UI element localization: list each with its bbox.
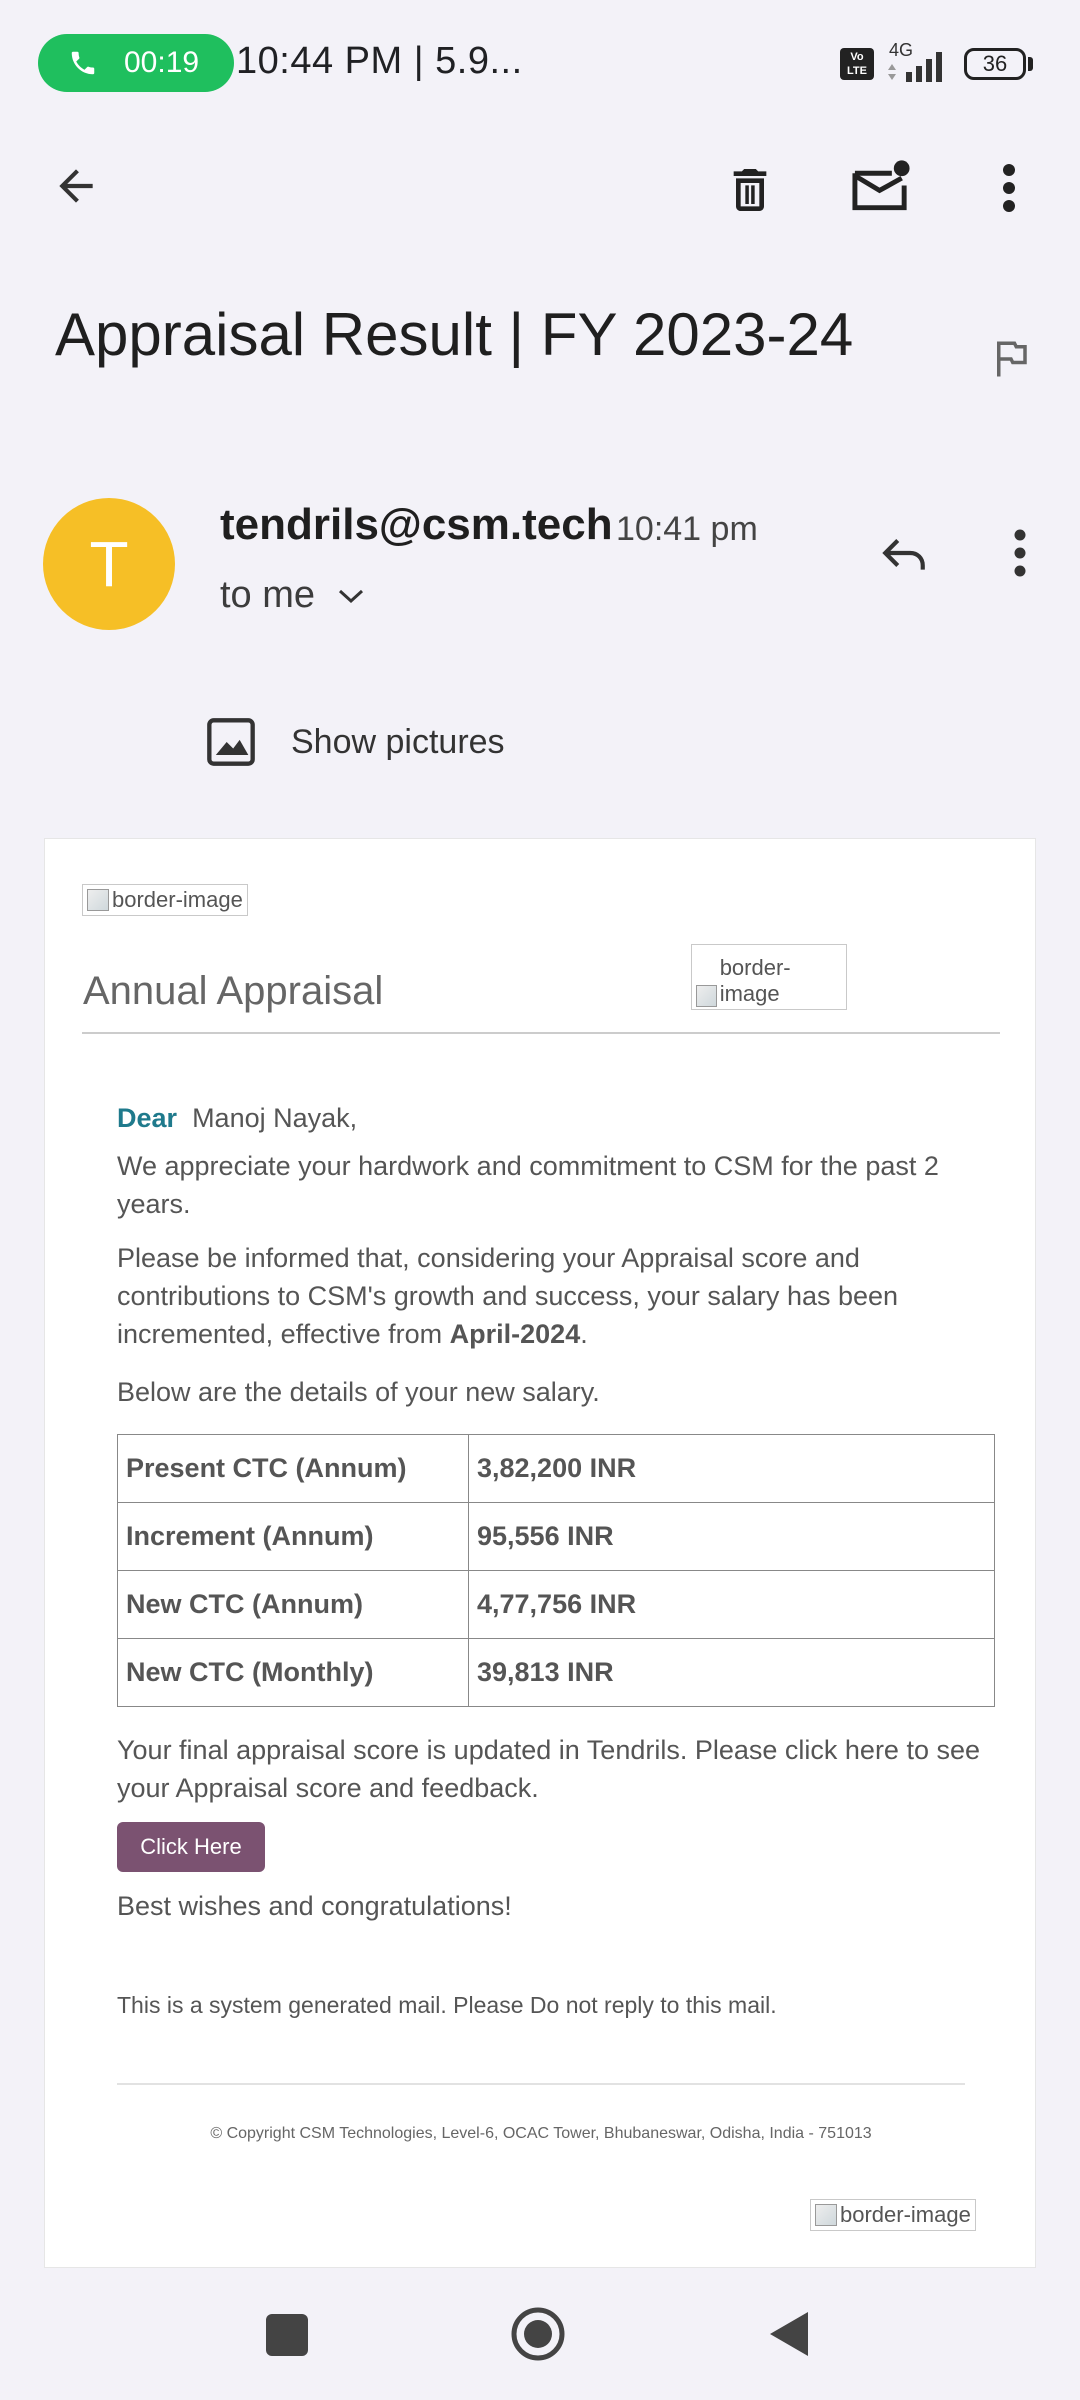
copyright-text: © Copyright CSM Technologies, Level-6, O… bbox=[210, 2125, 872, 2142]
sent-time: 10:41 pm bbox=[616, 510, 758, 548]
broken-image-icon bbox=[87, 889, 109, 911]
image-alt-text: border-image bbox=[719, 955, 791, 1006]
home-button[interactable] bbox=[510, 2306, 566, 2362]
paragraph-wishes: Best wishes and congratulations! bbox=[117, 1891, 512, 1921]
paragraph-end: . bbox=[580, 1319, 588, 1349]
image-icon bbox=[207, 718, 255, 766]
trash-icon bbox=[733, 169, 767, 211]
table-label: New CTC (Monthly) bbox=[117, 1638, 469, 1707]
call-duration: 00:19 bbox=[124, 46, 200, 79]
system-nav-bar bbox=[0, 2270, 1080, 2400]
recents-button[interactable] bbox=[266, 2314, 308, 2356]
image-alt-text: border-image bbox=[840, 2202, 971, 2227]
table-row: Increment (Annum) 95,556 INR bbox=[117, 1502, 995, 1571]
paragraph-appreciation: We appreciate your hardwork and commitme… bbox=[117, 1151, 939, 1219]
table-value: 4,77,756 INR bbox=[468, 1570, 995, 1639]
paragraph-score: Your final appraisal score is updated in… bbox=[117, 1735, 980, 1803]
flag-button[interactable] bbox=[990, 335, 1032, 388]
salary-table: Present CTC (Annum) 3,82,200 INR Incremen… bbox=[117, 1434, 995, 1707]
reply-button[interactable] bbox=[872, 518, 936, 588]
battery-tip bbox=[1028, 57, 1033, 71]
status-time: 10:44 PM | 5.9... bbox=[236, 40, 523, 82]
broken-image-icon bbox=[815, 2204, 837, 2226]
email-subject: Appraisal Result | FY 2023-24 bbox=[55, 301, 854, 368]
table-label: Present CTC (Annum) bbox=[117, 1434, 469, 1503]
greeting-dear: Dear bbox=[117, 1103, 178, 1133]
chevron-down-icon bbox=[339, 589, 364, 603]
click-here-button[interactable]: Click Here bbox=[117, 1822, 265, 1872]
recipient-label: to me bbox=[220, 574, 316, 616]
system-note: This is a system generated mail. Please … bbox=[117, 1992, 777, 2018]
back-nav-button[interactable] bbox=[768, 2310, 810, 2358]
message-more-button[interactable] bbox=[1002, 518, 1038, 588]
broken-image-footer: border-image bbox=[810, 2199, 976, 2231]
ongoing-call-pill[interactable]: 00:19 bbox=[38, 34, 234, 92]
table-label: Increment (Annum) bbox=[117, 1502, 469, 1571]
battery-icon: 36 bbox=[964, 48, 1026, 80]
broken-image-logo: border-image bbox=[691, 944, 847, 1010]
back-triangle-icon bbox=[770, 2312, 808, 2356]
greeting: Dear Manoj Nayak, bbox=[117, 1099, 357, 1137]
home-icon bbox=[511, 2307, 565, 2361]
delete-button[interactable] bbox=[712, 152, 788, 228]
table-row: New CTC (Annum) 4,77,756 INR bbox=[117, 1570, 995, 1639]
flag-icon bbox=[997, 341, 1027, 377]
show-pictures-label: Show pictures bbox=[291, 722, 505, 761]
sender-avatar[interactable]: T bbox=[43, 498, 175, 630]
paragraph-details: Below are the details of your new salary… bbox=[117, 1377, 600, 1407]
back-button[interactable] bbox=[40, 150, 112, 222]
table-value: 95,556 INR bbox=[468, 1502, 995, 1571]
paragraph-increment: Please be informed that, considering you… bbox=[117, 1239, 977, 1353]
table-value: 3,82,200 INR bbox=[468, 1434, 995, 1503]
heading-divider bbox=[82, 1032, 1000, 1034]
arrow-left-icon bbox=[59, 169, 93, 203]
volte-icon: Vo LTE bbox=[840, 48, 874, 80]
image-alt-text: border-image bbox=[112, 887, 243, 912]
more-vert-icon bbox=[1014, 529, 1026, 577]
email-body: border-image border-image Annual Apprais… bbox=[44, 838, 1036, 2268]
broken-image-icon bbox=[696, 985, 717, 1007]
broken-image-header: border-image bbox=[82, 884, 248, 916]
more-options-button[interactable] bbox=[976, 150, 1042, 226]
table-value: 39,813 INR bbox=[468, 1638, 995, 1707]
effective-date: April-2024 bbox=[449, 1319, 581, 1349]
table-label: New CTC (Annum) bbox=[117, 1570, 469, 1639]
recipient-details-toggle[interactable]: to me bbox=[220, 574, 365, 617]
mark-unread-button[interactable] bbox=[844, 150, 920, 226]
table-row: Present CTC (Annum) 3,82,200 INR bbox=[117, 1434, 995, 1503]
table-row: New CTC (Monthly) 39,813 INR bbox=[117, 1638, 995, 1707]
body-heading: Annual Appraisal bbox=[83, 969, 384, 1013]
signal-icon bbox=[888, 52, 942, 82]
recipient-name: Manoj Nayak, bbox=[192, 1103, 358, 1133]
sender-email: tendrils@csm.tech bbox=[220, 500, 613, 549]
mail-unread-icon bbox=[852, 160, 910, 211]
more-vert-icon bbox=[1003, 164, 1015, 212]
show-pictures-button[interactable]: Show pictures bbox=[205, 716, 505, 768]
reply-icon bbox=[882, 539, 925, 570]
footer-divider bbox=[117, 2083, 965, 2085]
phone-icon bbox=[71, 51, 95, 75]
